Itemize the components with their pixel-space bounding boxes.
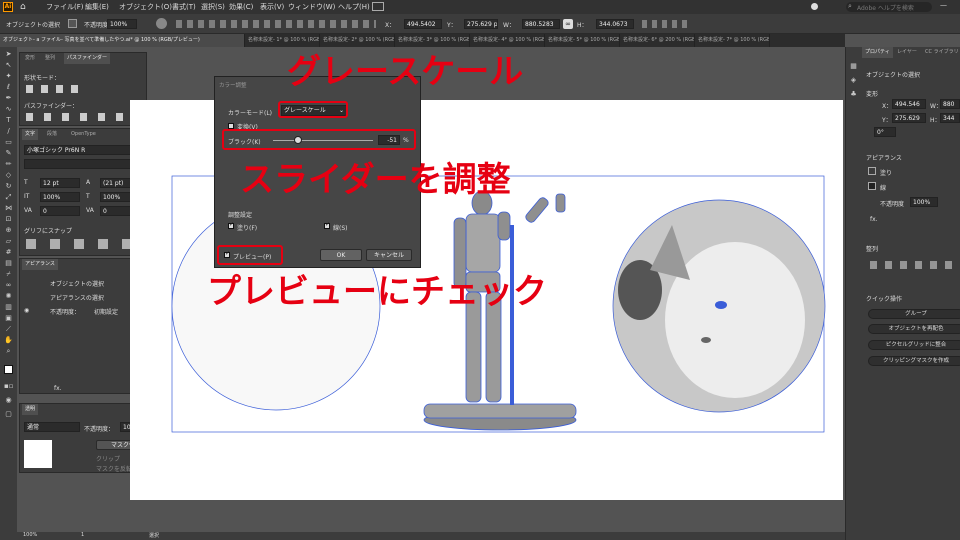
figure-forearm-right — [525, 197, 549, 223]
libraries-dock-icon[interactable]: ♣ — [849, 91, 858, 98]
zoom-level[interactable]: 100% — [23, 532, 37, 538]
prop-opacity-label: 不透明度 — [880, 201, 905, 208]
layers-dock-icon[interactable]: ◈ — [849, 77, 858, 84]
prop-h-input[interactable]: 344 — [940, 113, 960, 123]
recolor-button[interactable]: オブジェクトを再配色 — [868, 324, 960, 334]
prop-y-label: Y： — [882, 117, 892, 124]
figure-torso — [465, 213, 501, 273]
stroke-checkbox[interactable] — [324, 221, 330, 229]
align-buttons[interactable] — [870, 261, 958, 269]
adjust-settings-label: 調整設定 — [228, 212, 253, 219]
transform-header: 変形 — [866, 91, 879, 98]
prop-fx-icon[interactable]: fx. — [870, 216, 878, 223]
properties-selection-label: オブジェクトの選択 — [866, 72, 921, 79]
figure-pole — [510, 225, 514, 405]
callout-adjust-slider: スライダーを調整 — [240, 160, 511, 200]
callout-grayscale: グレースケール — [287, 52, 524, 92]
prop-fill-label: 塗り — [880, 170, 893, 177]
cat-nose — [701, 337, 711, 343]
group-button[interactable]: グループ — [868, 309, 960, 319]
clipping-mask-button[interactable]: クリッピングマスクを作成 — [868, 356, 960, 366]
stroke-swatch-right[interactable] — [868, 182, 876, 190]
prop-opacity-input[interactable]: 100% — [910, 197, 938, 207]
fill-label: 塗り(F) — [237, 225, 258, 232]
artboard-number[interactable]: 1 — [81, 532, 84, 538]
prop-h-label: H： — [930, 117, 941, 124]
figure-arm-right — [497, 211, 511, 241]
dialog-title: カラー調整 — [219, 83, 247, 89]
prop-w-input[interactable]: 880 — [940, 99, 960, 109]
right-dock-strip: ▦ ◈ ♣ — [845, 47, 860, 540]
tab-layers[interactable]: レイヤー — [894, 47, 920, 58]
properties-panel: プロパティ レイヤー CC ライブラリ オブジェクトの選択 変形 X： 494.… — [860, 47, 960, 540]
fill-checkbox[interactable] — [228, 221, 234, 229]
status-bar: 100% 1 選択 — [17, 532, 845, 540]
figure-base-top — [423, 403, 577, 419]
align-header: 整列 — [866, 246, 879, 253]
figure-hand-right — [555, 193, 566, 213]
ok-button[interactable]: OK — [320, 249, 362, 261]
stroke-label: 線(S) — [333, 225, 348, 232]
prop-y-input[interactable]: 275.629 — [892, 113, 926, 123]
cancel-button[interactable]: キャンセル — [366, 249, 412, 261]
prop-angle-input[interactable]: 0° — [874, 127, 896, 137]
cat-eye — [715, 301, 727, 309]
current-tool: 選択 — [149, 533, 160, 539]
grayscale-highlight-box — [278, 101, 348, 118]
prop-x-input[interactable]: 494.546 — [892, 99, 926, 109]
quick-actions-header: クイック操作 — [866, 296, 903, 303]
pixel-grid-button[interactable]: ピクセルグリッドに整合 — [868, 340, 960, 350]
callout-check-preview: プレビューにチェック — [207, 272, 547, 312]
tab-cc-libraries[interactable]: CC ライブラリ — [922, 47, 960, 58]
prop-stroke-label: 線 — [880, 185, 887, 192]
color-mode-label: カラーモード(L) — [228, 110, 273, 117]
preview-highlight-box — [217, 245, 283, 265]
fill-swatch-right[interactable] — [868, 167, 876, 175]
appearance-header: アピアランス — [866, 155, 902, 162]
cat-face — [665, 242, 805, 398]
properties-dock-icon[interactable]: ▦ — [849, 63, 858, 70]
tab-properties[interactable]: プロパティ — [862, 47, 893, 58]
prop-x-label: X： — [882, 103, 893, 110]
slider-highlight-box — [222, 129, 416, 150]
